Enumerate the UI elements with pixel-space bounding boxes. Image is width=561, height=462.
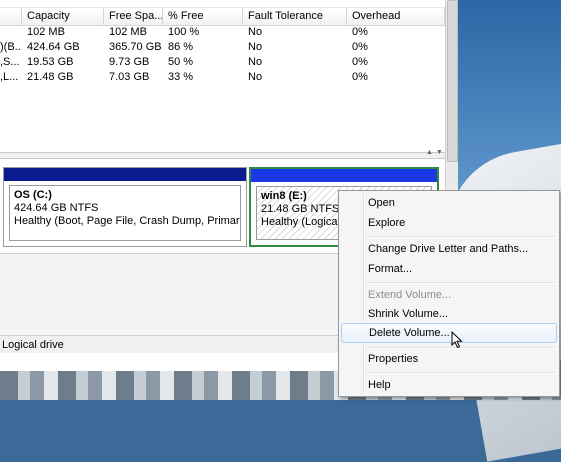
column-header-percent-free[interactable]: % Free <box>163 8 243 25</box>
free-space-cell: 9.73 GB <box>109 56 150 68</box>
free-space-cell: 365.70 GB <box>109 41 162 53</box>
capacity-cell: 21.48 GB <box>27 71 74 83</box>
column-header-overhead[interactable]: Overhead <box>347 8 445 25</box>
table-row[interactable]: ,S... 19.53 GB 9.73 GB 50 % No 0% <box>0 55 445 69</box>
menu-item-change-drive-letter[interactable]: Change Drive Letter and Paths... <box>341 239 557 259</box>
partition-c-status: Healthy (Boot, Page File, Crash Dump, Pr… <box>14 215 241 227</box>
menu-separator <box>367 236 555 238</box>
column-header-layout[interactable] <box>0 8 22 25</box>
menu-item-open[interactable]: Open <box>341 193 557 213</box>
scrollbar-thumb[interactable] <box>447 0 458 162</box>
partition-c-size: 424.64 GB NTFS <box>14 202 99 214</box>
table-row[interactable]: ,L... 21.48 GB 7.03 GB 33 % No 0% <box>0 70 445 84</box>
menu-item-delete-volume[interactable]: Delete Volume... <box>341 323 557 343</box>
partition-e-bar <box>251 169 437 182</box>
capacity-cell: 424.64 GB <box>27 41 80 53</box>
pane-splitter[interactable] <box>0 152 445 159</box>
table-row[interactable]: 102 MB 102 MB 100 % No 0% <box>0 25 445 39</box>
volume-context-menu: Open Explore Change Drive Letter and Pat… <box>338 190 560 397</box>
menu-item-shrink-volume[interactable]: Shrink Volume... <box>341 304 557 324</box>
column-header-free-space[interactable]: Free Spa... <box>104 8 163 25</box>
partition-c-bar <box>4 168 246 181</box>
capacity-cell: 19.53 GB <box>27 56 74 68</box>
overhead-cell: 0% <box>352 56 368 68</box>
free-space-cell: 7.03 GB <box>109 71 150 83</box>
menu-item-properties[interactable]: Properties <box>341 349 557 369</box>
arrow-cursor-icon <box>451 331 463 349</box>
partition-c[interactable]: OS (C:) 424.64 GB NTFS Healthy (Boot, Pa… <box>3 167 247 247</box>
menu-item-explore[interactable]: Explore <box>341 213 557 233</box>
row-lead-cell: ,S... <box>0 56 20 68</box>
menu-item-extend-volume[interactable]: Extend Volume... <box>341 285 557 305</box>
menu-item-help[interactable]: Help <box>341 375 557 395</box>
fault-tolerance-cell: No <box>248 26 263 38</box>
fault-tolerance-cell: No <box>248 56 263 68</box>
column-header-fault-tolerance[interactable]: Fault Tolerance <box>243 8 347 25</box>
column-header-capacity[interactable]: Capacity <box>22 8 104 25</box>
menu-item-format[interactable]: Format... <box>341 259 557 279</box>
fault-tolerance-cell: No <box>248 41 263 53</box>
free-space-cell: 102 MB <box>109 26 147 38</box>
row-lead-cell: ,L... <box>0 71 19 83</box>
overhead-cell: 0% <box>352 71 368 83</box>
capacity-cell: 102 MB <box>27 26 65 38</box>
table-row[interactable]: )(B... 424.64 GB 365.70 GB 86 % No 0% <box>0 40 445 54</box>
overhead-cell: 0% <box>352 26 368 38</box>
percent-free-cell: 100 % <box>168 26 200 38</box>
row-lead-cell <box>0 25 22 39</box>
percent-free-cell: 33 % <box>168 71 194 83</box>
fault-tolerance-cell: No <box>248 71 263 83</box>
scroll-arrows-icon[interactable]: ▲▼ <box>426 149 446 156</box>
menu-separator <box>367 372 555 374</box>
overhead-cell: 0% <box>352 41 368 53</box>
percent-free-cell: 50 % <box>168 56 194 68</box>
percent-free-cell: 86 % <box>168 41 194 53</box>
vertical-scrollbar[interactable] <box>445 0 458 190</box>
volume-table-header: Capacity Free Spa... % Free Fault Tolera… <box>0 7 445 26</box>
partition-c-details[interactable]: OS (C:) 424.64 GB NTFS Healthy (Boot, Pa… <box>9 185 241 241</box>
row-lead-cell: )(B... <box>0 41 22 53</box>
menu-separator <box>367 282 555 284</box>
partition-c-name: OS (C:) <box>14 189 52 201</box>
